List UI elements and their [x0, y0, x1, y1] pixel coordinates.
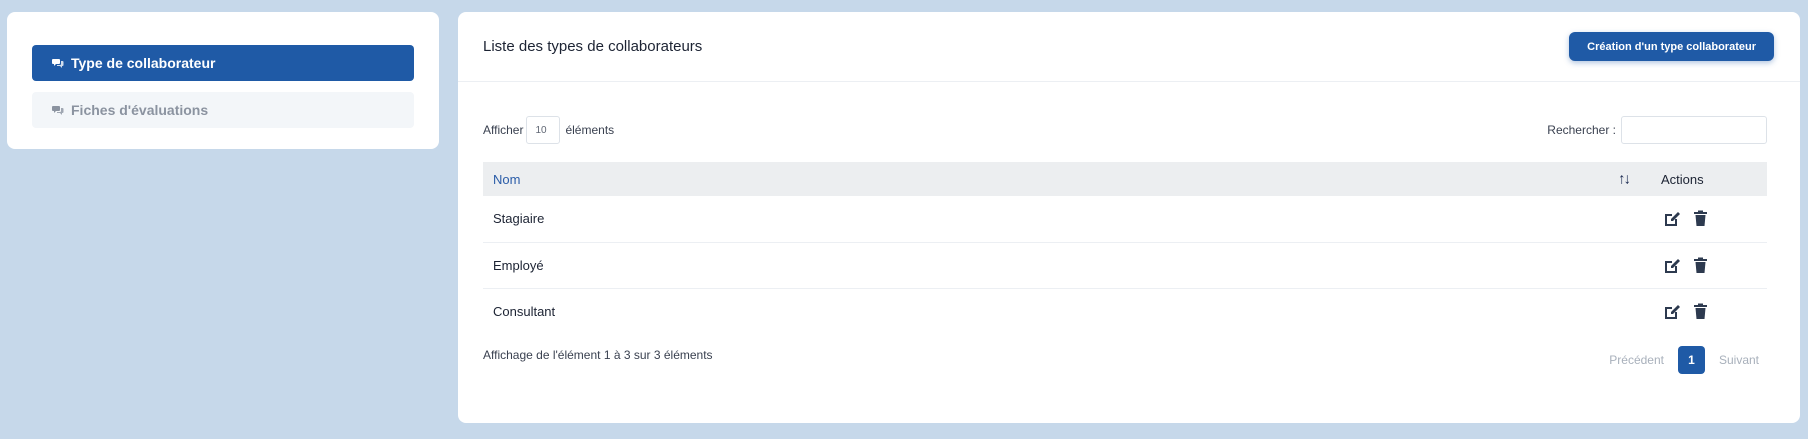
table-info: Affichage de l'élément 1 à 3 sur 3 éléme…: [483, 348, 713, 362]
card-header: Liste des types de collaborateurs Créati…: [458, 12, 1800, 82]
table-row: Employé: [483, 242, 1767, 288]
sidebar-item-type-collaborateur[interactable]: Type de collaborateur: [32, 45, 414, 81]
types-table: Nom ↑↓ Actions Stagiaire Employé Consult…: [483, 162, 1767, 334]
search-input[interactable]: [1621, 116, 1767, 144]
previous-page-button[interactable]: Précédent: [1609, 353, 1664, 367]
row-name: Consultant: [493, 303, 556, 319]
trash-icon[interactable]: [1691, 209, 1710, 228]
sidebar-item-label: Type de collaborateur: [71, 55, 216, 71]
column-header-nom[interactable]: Nom ↑↓: [483, 162, 1643, 196]
length-select[interactable]: 10: [526, 116, 561, 144]
table-controls: Afficher 10 éléments Rechercher :: [483, 116, 1767, 144]
column-header-label: Nom: [493, 171, 521, 187]
page-1-button[interactable]: 1: [1677, 346, 1705, 374]
trash-icon[interactable]: [1691, 256, 1710, 275]
next-page-button[interactable]: Suivant: [1719, 353, 1759, 367]
page-title: Liste des types de collaborateurs: [483, 38, 703, 55]
sidebar-item-label: Fiches d'évaluations: [71, 102, 209, 118]
table-row: Consultant: [483, 288, 1767, 334]
sidebar-item-fiches-evaluations[interactable]: Fiches d'évaluations: [32, 92, 414, 128]
trash-icon[interactable]: [1691, 302, 1710, 321]
table-row: Stagiaire: [483, 196, 1767, 242]
table-footer: Affichage de l'élément 1 à 3 sur 3 éléme…: [483, 346, 1767, 374]
length-control: Afficher 10 éléments: [483, 116, 614, 144]
search-label: Rechercher :: [1547, 123, 1616, 137]
create-type-button[interactable]: Création d'un type collaborateur: [1569, 32, 1774, 61]
edit-icon[interactable]: [1662, 209, 1681, 228]
edit-icon[interactable]: [1662, 256, 1681, 275]
comments-icon: [52, 104, 64, 116]
row-name: Stagiaire: [493, 211, 545, 227]
comments-icon: [52, 57, 64, 69]
sidebar-card: Type de collaborateur Fiches d'évaluatio…: [7, 12, 439, 149]
length-suffix: éléments: [565, 123, 615, 137]
row-name: Employé: [493, 257, 544, 273]
main-card: Liste des types de collaborateurs Créati…: [458, 12, 1800, 423]
edit-icon[interactable]: [1662, 302, 1681, 321]
search-control: Rechercher :: [1547, 116, 1767, 144]
length-prefix: Afficher: [483, 123, 524, 137]
column-header-actions: Actions: [1661, 171, 1704, 187]
sort-icon[interactable]: ↑↓: [1618, 171, 1631, 188]
pagination: Précédent 1 Suivant: [1609, 346, 1767, 374]
table-header-row: Nom ↑↓ Actions: [483, 162, 1767, 196]
